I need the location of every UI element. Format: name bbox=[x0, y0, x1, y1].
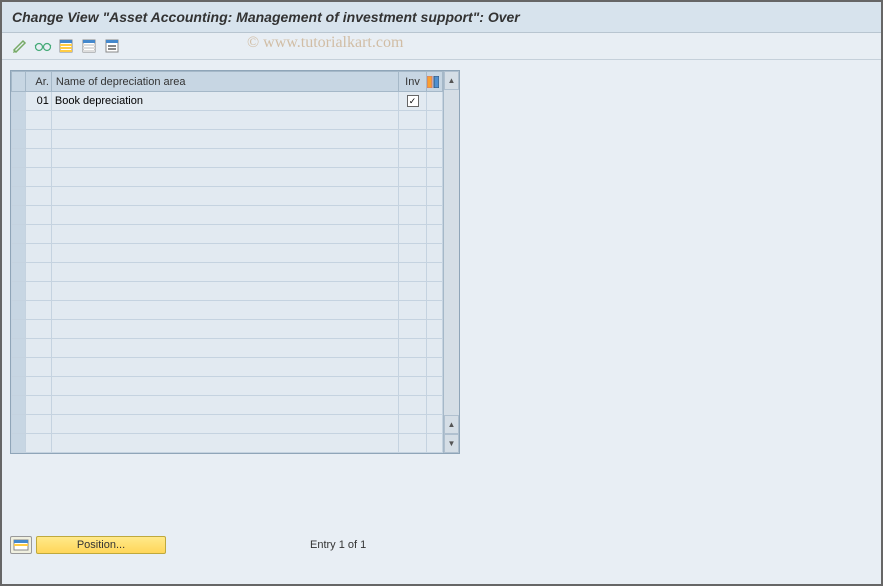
table-row[interactable] bbox=[12, 282, 443, 301]
scroll-down-up[interactable]: ▲ bbox=[444, 415, 459, 434]
row-selector[interactable] bbox=[12, 225, 26, 244]
row-selector[interactable] bbox=[12, 301, 26, 320]
row-selector[interactable] bbox=[12, 358, 26, 377]
table-row[interactable] bbox=[12, 130, 443, 149]
table-row[interactable] bbox=[12, 377, 443, 396]
cell-inv[interactable]: ✓ bbox=[399, 92, 427, 111]
table-row[interactable] bbox=[12, 111, 443, 130]
row-selector[interactable] bbox=[12, 377, 26, 396]
position-icon[interactable] bbox=[10, 536, 32, 554]
glasses-icon[interactable] bbox=[33, 37, 53, 55]
cell-name[interactable]: Book depreciation bbox=[51, 92, 398, 111]
row-selector[interactable] bbox=[12, 339, 26, 358]
row-selector[interactable] bbox=[12, 92, 26, 111]
title-bar: Change View "Asset Accounting: Managemen… bbox=[2, 2, 881, 33]
table-body: 01 Book depreciation ✓ bbox=[12, 92, 443, 453]
table-row[interactable] bbox=[12, 168, 443, 187]
select-all-button[interactable] bbox=[56, 37, 76, 55]
inv-checkbox[interactable]: ✓ bbox=[407, 95, 419, 107]
col-area[interactable]: Ar. bbox=[25, 72, 51, 92]
table-row[interactable]: 01 Book depreciation ✓ bbox=[12, 92, 443, 111]
row-selector[interactable] bbox=[12, 282, 26, 301]
cell-spacer bbox=[427, 92, 443, 111]
col-inv[interactable]: Inv bbox=[399, 72, 427, 92]
table-row[interactable] bbox=[12, 149, 443, 168]
table-row[interactable] bbox=[12, 225, 443, 244]
row-selector[interactable] bbox=[12, 130, 26, 149]
col-select[interactable] bbox=[12, 72, 26, 92]
row-selector[interactable] bbox=[12, 187, 26, 206]
content: Ar. Name of depreciation area Inv 01 Boo… bbox=[2, 60, 881, 464]
vertical-scrollbar[interactable]: ▲ ▲ ▼ bbox=[443, 71, 459, 453]
row-selector[interactable] bbox=[12, 168, 26, 187]
table-row[interactable] bbox=[12, 434, 443, 453]
row-selector[interactable] bbox=[12, 244, 26, 263]
row-selector[interactable] bbox=[12, 206, 26, 225]
table-row[interactable] bbox=[12, 206, 443, 225]
row-selector[interactable] bbox=[12, 396, 26, 415]
table-row[interactable] bbox=[12, 187, 443, 206]
row-selector[interactable] bbox=[12, 415, 26, 434]
table-row[interactable] bbox=[12, 244, 443, 263]
position-button[interactable]: Position... bbox=[36, 536, 166, 554]
toggle-display-change-button[interactable] bbox=[10, 37, 30, 55]
row-selector[interactable] bbox=[12, 263, 26, 282]
cell-area[interactable]: 01 bbox=[25, 92, 51, 111]
col-name[interactable]: Name of depreciation area bbox=[51, 72, 398, 92]
table-row[interactable] bbox=[12, 415, 443, 434]
table-row[interactable] bbox=[12, 358, 443, 377]
table-row[interactable] bbox=[12, 396, 443, 415]
table-row[interactable] bbox=[12, 263, 443, 282]
configure-columns-button[interactable] bbox=[427, 72, 443, 92]
watermark: © www.tutorialkart.com bbox=[247, 34, 403, 52]
row-selector[interactable] bbox=[12, 149, 26, 168]
row-selector[interactable] bbox=[12, 320, 26, 339]
depreciation-table: Ar. Name of depreciation area Inv 01 Boo… bbox=[11, 71, 443, 453]
row-selector[interactable] bbox=[12, 111, 26, 130]
table-settings-button[interactable] bbox=[102, 37, 122, 55]
row-selector[interactable] bbox=[12, 434, 26, 453]
scroll-down-button[interactable]: ▼ bbox=[444, 434, 459, 453]
entry-count: Entry 1 of 1 bbox=[310, 539, 366, 551]
page-title: Change View "Asset Accounting: Managemen… bbox=[12, 9, 871, 25]
scroll-up-button[interactable]: ▲ bbox=[444, 71, 459, 90]
deselect-all-button[interactable] bbox=[79, 37, 99, 55]
toolbar bbox=[2, 33, 881, 60]
table-row[interactable] bbox=[12, 339, 443, 358]
table-container: Ar. Name of depreciation area Inv 01 Boo… bbox=[10, 70, 460, 454]
scroll-track[interactable] bbox=[444, 90, 459, 415]
table-row[interactable] bbox=[12, 320, 443, 339]
table-row[interactable] bbox=[12, 301, 443, 320]
footer: Position... Entry 1 of 1 bbox=[10, 536, 366, 554]
